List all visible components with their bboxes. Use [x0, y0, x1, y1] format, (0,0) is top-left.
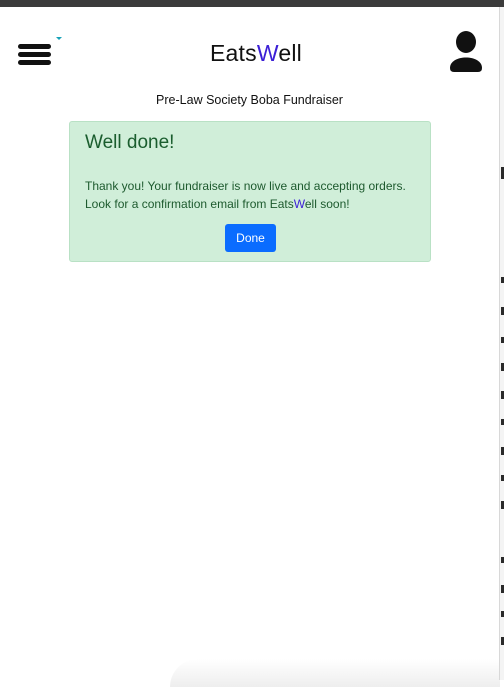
user-account-button[interactable] [446, 30, 486, 72]
done-button[interactable]: Done [225, 224, 276, 252]
alert-line2-suffix: ell soon! [304, 197, 350, 211]
alert-message-line-2: Look for a confirmation email from EatsW… [85, 195, 425, 213]
alert-line2-prefix: Look for a confirmation email from Eats [85, 197, 294, 211]
alert-message: Thank you! Your fundraiser is now live a… [85, 177, 425, 213]
brand-logo[interactable]: EatsWell [0, 40, 504, 67]
alert-heading: Well done! [85, 132, 175, 153]
brand-suffix: ell [278, 40, 302, 66]
bottom-shadow [170, 659, 500, 687]
browser-top-bar [0, 0, 504, 7]
fundraiser-title: Pre-Law Society Boba Fundraiser [156, 93, 343, 107]
page-content: EatsWell Pre-Law Society Boba Fundraiser… [0, 7, 500, 687]
alert-message-line-1: Thank you! Your fundraiser is now live a… [85, 179, 406, 193]
alert-line2-accent: W [293, 197, 305, 211]
brand-prefix: Eats [210, 40, 257, 66]
brand-accent: W [256, 40, 279, 66]
success-alert: Well done! Thank you! Your fundraiser is… [69, 121, 431, 262]
user-silhouette-icon [450, 31, 482, 72]
window-right-edge [499, 7, 504, 680]
